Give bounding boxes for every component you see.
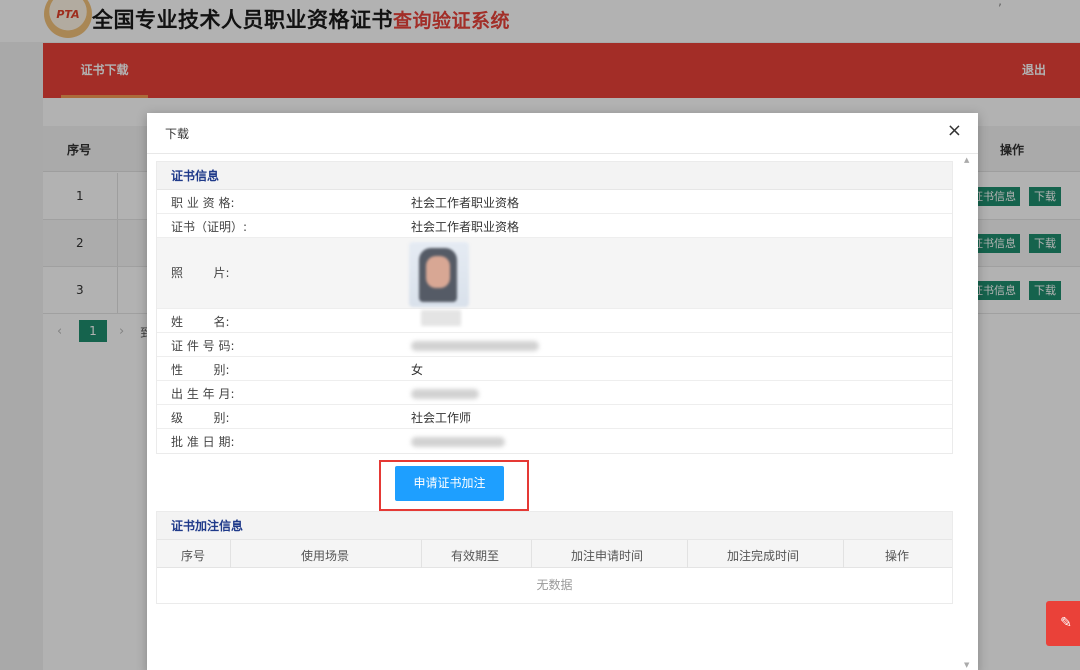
info-label: 职 业 资 格: bbox=[171, 196, 235, 210]
info-row-photo: 照 片: bbox=[157, 238, 952, 309]
info-label: 性 别: bbox=[171, 363, 230, 377]
info-row-approval-date: 批 准 日 期: bbox=[157, 429, 952, 453]
annotation-table-header: 序号 使用场景 有效期至 加注申请时间 加注完成时间 操作 bbox=[157, 540, 952, 568]
col-seq: 序号 bbox=[181, 549, 206, 563]
info-row-gender: 性 别: 女 bbox=[157, 357, 952, 381]
info-label: 证书（证明）: bbox=[171, 220, 248, 234]
empty-state-text: 无数据 bbox=[536, 578, 573, 592]
info-row-birth: 出 生 年 月: bbox=[157, 381, 952, 405]
info-label: 证 件 号 码: bbox=[171, 339, 235, 353]
info-label: 级 别: bbox=[171, 411, 230, 425]
info-row-id-number: 证 件 号 码: bbox=[157, 333, 952, 357]
cert-info-heading: 证书信息 bbox=[157, 162, 952, 190]
col-operation: 操作 bbox=[885, 549, 910, 563]
scroll-down-arrow-icon[interactable]: ▼ bbox=[964, 661, 969, 669]
info-value: 社会工作师 bbox=[411, 411, 472, 425]
col-apply-time: 加注申请时间 bbox=[571, 549, 644, 563]
col-scenario: 使用场景 bbox=[301, 549, 350, 563]
id-photo bbox=[409, 242, 469, 307]
annotation-info-card: 证书加注信息 序号 使用场景 有效期至 加注申请时间 加注完成时间 操作 无数据 bbox=[156, 511, 953, 604]
edit-icon: ✎ bbox=[1060, 615, 1072, 631]
redacted-name bbox=[421, 310, 461, 326]
scroll-up-arrow-icon[interactable]: ▲ bbox=[964, 156, 969, 164]
annotation-heading: 证书加注信息 bbox=[157, 512, 952, 540]
info-row-level: 级 别: 社会工作师 bbox=[157, 405, 952, 429]
info-label: 批 准 日 期: bbox=[171, 435, 235, 449]
modal-title: 下载 bbox=[165, 127, 190, 141]
info-value: 社会工作者职业资格 bbox=[411, 196, 520, 210]
download-modal: 下载 × ▲ ▼ 证书信息 职 业 资 格: 社会工作者职业资格 证书（证明）:… bbox=[147, 113, 978, 670]
info-value: 女 bbox=[411, 363, 424, 377]
redacted-id-number bbox=[411, 341, 539, 351]
apply-annotation-button[interactable]: 申请证书加注 bbox=[395, 466, 504, 501]
redacted-birth-date bbox=[411, 389, 479, 399]
info-label: 姓 名: bbox=[171, 315, 230, 329]
info-label: 出 生 年 月: bbox=[171, 387, 235, 401]
col-valid-until: 有效期至 bbox=[451, 549, 500, 563]
redacted-approval-date bbox=[411, 437, 505, 447]
info-row-qualification: 职 业 资 格: 社会工作者职业资格 bbox=[157, 190, 952, 214]
info-row-name: 姓 名: bbox=[157, 309, 952, 333]
info-label: 照 片: bbox=[171, 266, 230, 280]
cert-info-card: 证书信息 职 业 资 格: 社会工作者职业资格 证书（证明）: 社会工作者职业资… bbox=[156, 161, 953, 454]
edit-float-button[interactable]: ✎ bbox=[1046, 601, 1080, 646]
info-row-certificate: 证书（证明）: 社会工作者职业资格 bbox=[157, 214, 952, 238]
col-complete-time: 加注完成时间 bbox=[727, 549, 800, 563]
info-value: 社会工作者职业资格 bbox=[411, 220, 520, 234]
close-icon[interactable]: × bbox=[947, 122, 962, 140]
